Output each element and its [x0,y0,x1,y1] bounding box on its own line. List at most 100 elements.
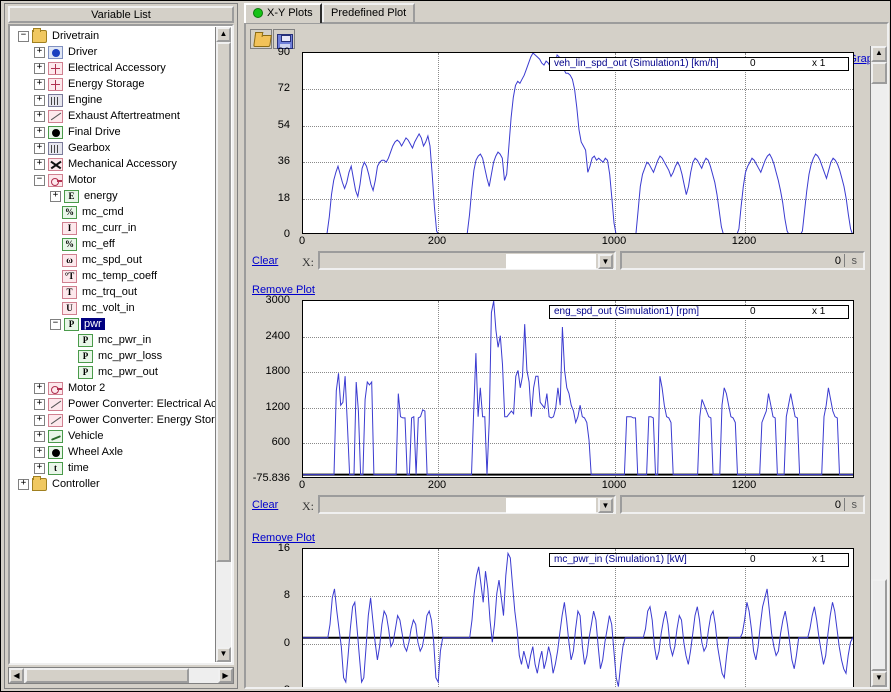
tree-expander[interactable]: − [18,30,29,42]
motor-icon [48,173,63,187]
plot-scroll-down-button[interactable]: ▼ [871,671,887,687]
chart-1-plot[interactable]: veh_lin_spd_out (Simulation1) [km/h] 0 x 1 [302,52,854,234]
chart-3-legend[interactable]: mc_pwr_in (Simulation1) [kW] 0 x 1 [549,553,849,567]
tree-node[interactable]: + Exhaust Aftertreatment [10,108,232,124]
tab-xy-plots[interactable]: X-Y Plots [244,3,322,23]
plot-scroll-thumb-bottom[interactable] [871,579,887,671]
plot-scroll-thumb-top[interactable] [871,62,887,84]
tree-expander[interactable]: + [34,78,45,90]
tree-expander[interactable]: + [34,158,45,170]
x-value-box[interactable]: 0s [620,495,865,514]
tree-expander[interactable]: + [34,430,45,442]
tree-expander[interactable]: + [34,46,45,58]
x-variable-combo-value[interactable] [506,498,596,513]
motor-icon [48,381,63,395]
tree-node[interactable]: + Vehicle [10,428,232,444]
tree-node[interactable]: Pmc_pwr_loss [10,348,232,364]
x-value-box[interactable]: 0s [620,251,865,270]
letter-I-icon: I [62,221,77,235]
y-tick-label: 54 [277,119,290,131]
plot-viewer-window: Variable List − Drivetrain + Driver + Electri… [0,0,891,692]
tree-scroll-thumb[interactable] [216,42,231,562]
tree-expander[interactable]: + [34,414,45,426]
chevron-down-icon[interactable]: ▼ [598,254,613,269]
chart-2-legend[interactable]: eng_spd_out (Simulation1) [rpm] 0 x 1 [549,305,849,319]
tree-node[interactable]: + Engine [10,92,232,108]
scroll-up-button[interactable]: ▲ [216,27,231,42]
tree-node[interactable]: − Ppwr [10,316,232,332]
chart-3-plot[interactable]: mc_pwr_in (Simulation1) [kW] 0 x 1 [302,548,854,687]
chart-2-x-controls: Clear X: ▼ 0 s [246,495,874,517]
open-button[interactable] [250,29,272,49]
x-value-unit: s [851,499,858,511]
tree-node[interactable]: Imc_curr_in [10,220,232,236]
legend-series-name: veh_lin_spd_out (Simulation1) [km/h] [554,58,719,69]
tree-node-label: Power Converter: Electrical Acce [68,398,229,411]
x-variable-combo[interactable]: ▼ [318,251,616,270]
x-variable-combo-value[interactable] [506,254,596,269]
clear-link[interactable]: Clear [252,255,278,267]
power-converter-icon [48,397,63,411]
tree-expander[interactable]: + [34,62,45,74]
tree-node[interactable]: + Final Drive [10,124,232,140]
tree-node[interactable]: Pmc_pwr_out [10,364,232,380]
x-variable-combo[interactable]: ▼ [318,495,616,514]
y-tick-label: 2400 [265,330,290,342]
tree-node[interactable]: Umc_volt_in [10,300,232,316]
tree-node[interactable]: % mc_cmd [10,204,232,220]
clear-link[interactable]: Clear [252,499,278,511]
plot-vertical-scrollbar[interactable]: ▲ ▼ [870,46,887,687]
tree-node[interactable]: ω mc_spd_out [10,252,232,268]
chart-2-trace [303,301,853,476]
scroll-down-button[interactable]: ▼ [216,647,231,662]
tree-node[interactable]: + Driver [10,44,232,60]
tree-node[interactable]: + Energy Storage [10,76,232,92]
tree-expander[interactable]: + [34,462,45,474]
plot-scroll-up-button[interactable]: ▲ [871,46,887,62]
tree-node[interactable]: + Controller [10,475,232,492]
scroll-right-button[interactable]: ▶ [218,668,233,683]
tree-node[interactable]: °T mc_temp_coeff [10,268,232,284]
variable-tree[interactable]: − Drivetrain + Driver + Electrical Accessory +… [10,26,232,492]
tree-expander[interactable]: + [34,126,45,138]
tree-hscroll-thumb[interactable] [25,668,189,683]
tree-expander[interactable]: + [34,382,45,394]
tree-expander[interactable]: + [34,446,45,458]
chevron-down-icon[interactable]: ▼ [598,498,613,513]
variable-tree-container[interactable]: − Drivetrain + Driver + Electrical Accessory +… [8,24,234,665]
panel-title: Variable List [8,6,234,23]
tree-node[interactable]: + t time [10,460,232,476]
tree-node-label: Exhaust Aftertreatment [68,110,180,123]
tree-expander[interactable]: + [18,478,29,490]
tree-node[interactable]: + Wheel Axle [10,444,232,460]
tree-expander[interactable]: + [50,190,61,202]
tree-node[interactable]: − Motor [10,172,232,188]
tree-node[interactable]: Tmc_trq_out [10,284,232,300]
tree-node-label: Power Converter: Energy Storag [68,414,227,427]
tree-node[interactable]: + Power Converter: Electrical Acce [10,396,232,412]
chart-1-legend[interactable]: veh_lin_spd_out (Simulation1) [km/h] 0 x 1 [549,57,849,71]
tree-node[interactable]: + Gearbox [10,140,232,156]
tree-node[interactable]: + Electrical Accessory [10,60,232,76]
tree-expander[interactable]: + [34,398,45,410]
tree-node[interactable]: % mc_eff [10,236,232,252]
tree-expander[interactable]: + [34,142,45,154]
tree-node[interactable]: + Eenergy [10,188,232,204]
tree-expander[interactable]: − [50,318,61,330]
tree-expander[interactable]: − [34,174,45,186]
tree-node[interactable]: Pmc_pwr_in [10,332,232,348]
scroll-left-button[interactable]: ◀ [9,668,24,683]
x-value-unit: s [851,255,858,267]
variable-tree-scroll[interactable]: − Drivetrain + Driver + Electrical Accessory +… [10,26,232,663]
tree-expander[interactable]: + [34,94,45,106]
tree-node[interactable]: + Power Converter: Energy Storag [10,412,232,428]
tree-node[interactable]: + Motor 2 [10,380,232,396]
tree-node[interactable]: − Drivetrain [10,27,232,44]
tab-predefined-plot[interactable]: Predefined Plot [322,3,416,23]
tree-node[interactable]: + Mechanical Accessory [10,156,232,172]
chart-2-plot[interactable]: eng_spd_out (Simulation1) [rpm] 0 x 1 [302,300,854,478]
tree-horizontal-scrollbar[interactable]: ◀ ▶ [8,667,234,684]
variable-list-panel: Variable List − Drivetrain + Driver + Electri… [4,3,238,689]
tree-vertical-scrollbar[interactable]: ▲ ▼ [215,27,231,662]
tree-expander[interactable]: + [34,110,45,122]
